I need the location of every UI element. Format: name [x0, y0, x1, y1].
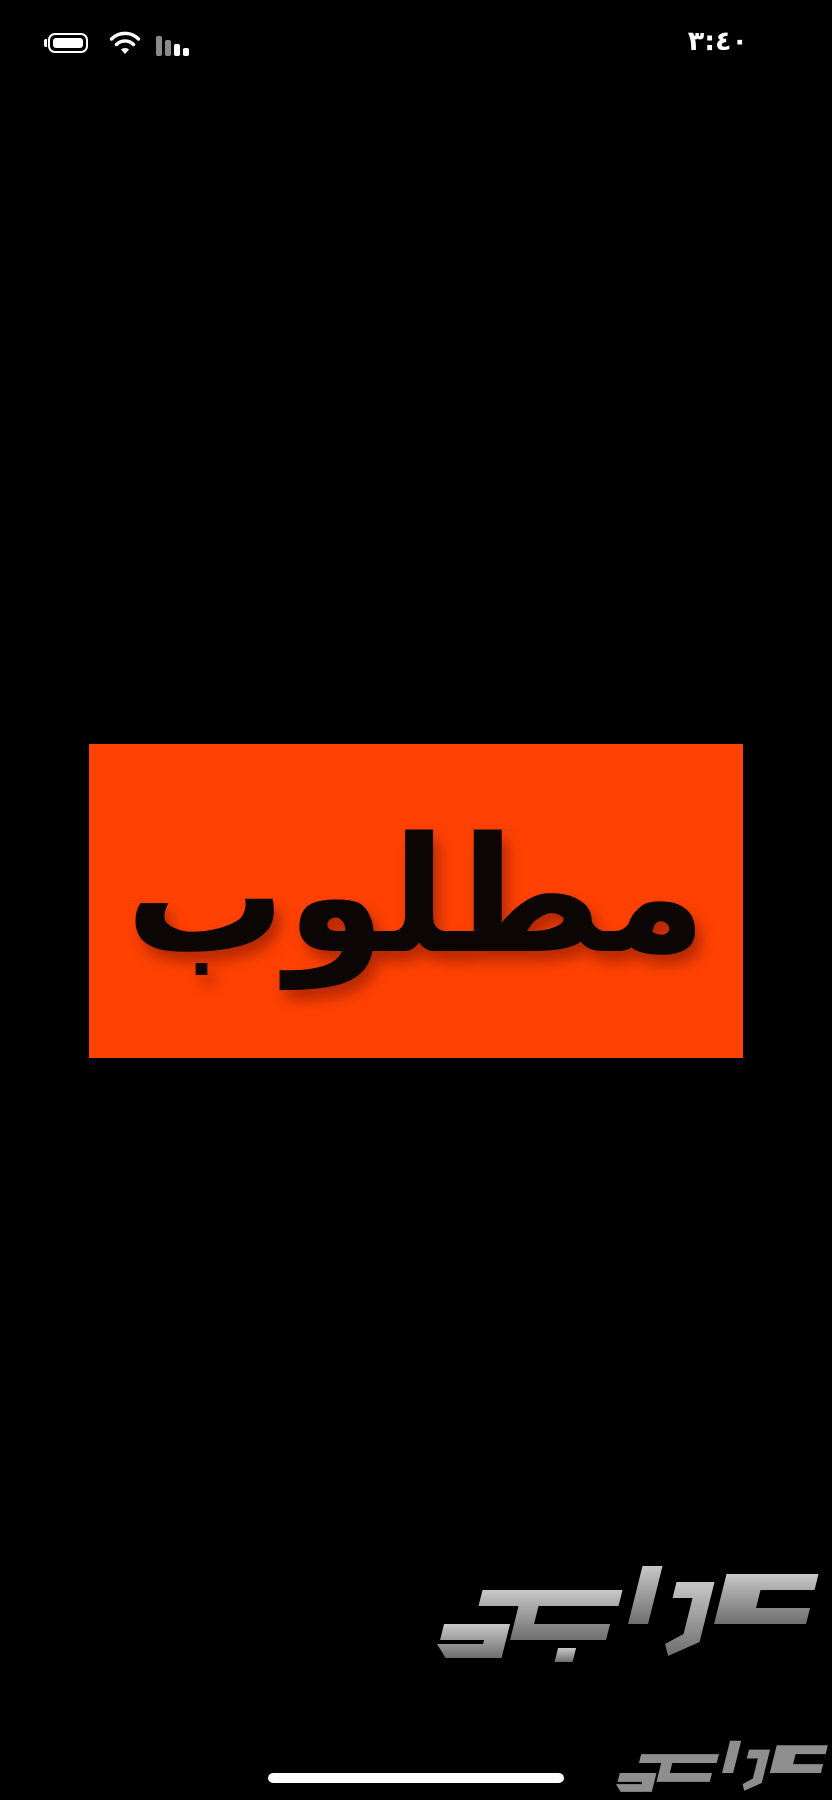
- wifi-icon: [109, 31, 141, 54]
- status-bar: ٣:٤٠: [0, 0, 832, 92]
- cellular-signal-icon: [156, 36, 189, 56]
- haraj-watermark-logo: [437, 1566, 819, 1662]
- wanted-banner: مطلوب: [89, 744, 743, 1058]
- home-indicator[interactable]: [268, 1773, 564, 1783]
- battery-icon: [44, 33, 94, 57]
- banner-title: مطلوب: [125, 802, 707, 989]
- haraj-watermark-logo-small: [615, 1740, 828, 1792]
- status-time: ٣:٤٠: [687, 26, 748, 57]
